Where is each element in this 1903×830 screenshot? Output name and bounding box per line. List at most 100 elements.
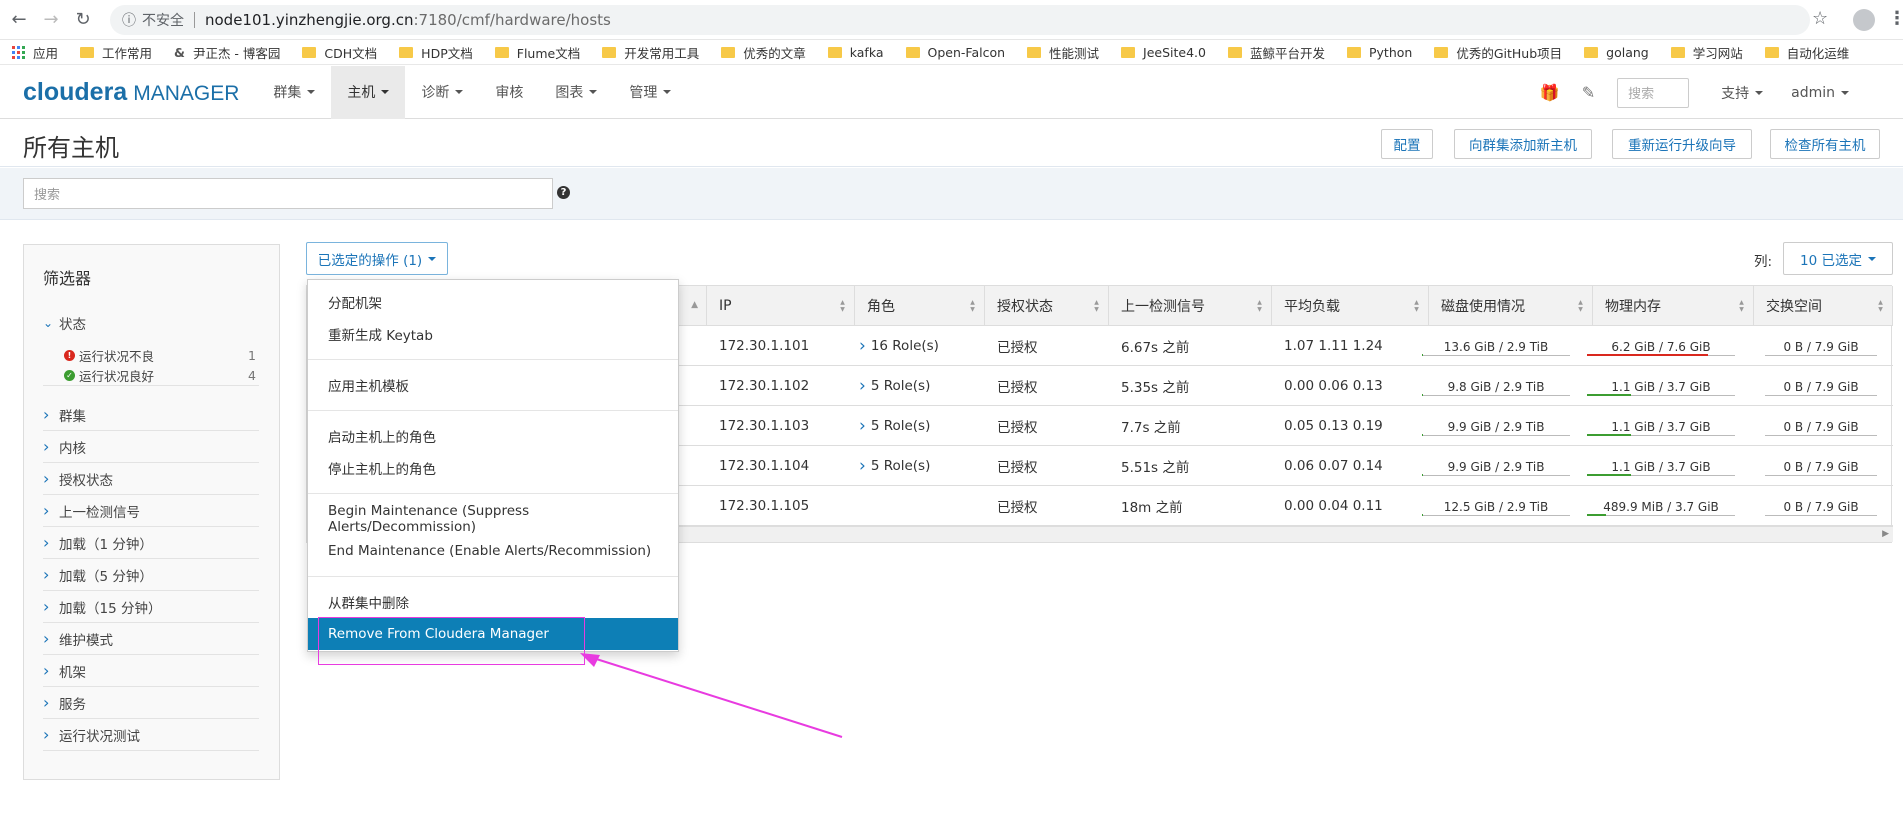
menu-item[interactable]: 应用主机模板	[308, 369, 678, 401]
header-cell[interactable]: 磁盘使用情况 ▲▼	[1429, 286, 1593, 326]
header-cell[interactable]: 上一检测信号 ▲▼	[1109, 286, 1272, 326]
roles-cell[interactable]: › 16 Role(s)	[855, 326, 985, 366]
nav-item-4[interactable]: 图表	[539, 66, 613, 119]
auth-status: 已授权	[997, 340, 1038, 356]
pen-icon[interactable]: ✎	[1582, 83, 1595, 102]
roles-cell[interactable]: › 5 Role(s)	[855, 406, 985, 446]
disk-usage-bar-fill	[1422, 514, 1423, 516]
bookmark-item[interactable]: 优秀的文章	[721, 43, 806, 62]
support-menu[interactable]: 支持	[1707, 66, 1777, 119]
bookmark-item[interactable]: CDH文档	[302, 43, 377, 62]
filter-section-label: 服务	[59, 696, 86, 713]
bookmark-item[interactable]: Flume文档	[494, 43, 580, 62]
host-search-input[interactable]: 搜索	[23, 178, 553, 209]
folder-icon	[827, 47, 842, 58]
disk-usage-bar-fill	[1422, 434, 1423, 436]
filter-section-8[interactable]: › 机架	[43, 655, 259, 687]
filter-section-10[interactable]: › 运行状况测试	[43, 719, 259, 751]
filter-section-6[interactable]: › 加载（15 分钟）	[43, 591, 259, 623]
bookmark-item[interactable]: & 尹正杰 - 博客园	[174, 43, 280, 62]
bookmark-apps[interactable]: 应用	[12, 43, 58, 62]
header-cell[interactable]: 物理内存 ▲▼	[1593, 286, 1754, 326]
filter-section-3[interactable]: › 上一检测信号	[43, 495, 259, 527]
roles-cell[interactable]: › 5 Role(s)	[855, 366, 985, 406]
inspect-hosts-button[interactable]: 检查所有主机	[1770, 129, 1880, 159]
user-menu[interactable]: admin	[1777, 66, 1863, 119]
nav-item-5[interactable]: 管理	[613, 66, 687, 119]
header-cell[interactable]: 交换空间 ▲▼	[1754, 286, 1893, 326]
bookmark-item[interactable]: Open-Falcon	[905, 45, 1005, 60]
host-ip: 172.30.1.105	[719, 498, 810, 514]
actions-dropdown-menu: 分配机架 重新生成 Keytab 应用主机模板 启动主机上的角色 停止主机上的角色 Beg…	[307, 279, 679, 652]
menu-item[interactable]: 分配机架	[308, 286, 678, 318]
help-icon[interactable]: ?	[557, 186, 570, 199]
roles-label: 5 Role(s)	[870, 458, 931, 474]
menu-item[interactable]: 从群集中删除	[308, 586, 678, 618]
header-cell[interactable]: 角色 ▲▼	[855, 286, 985, 326]
add-hosts-button[interactable]: 向群集添加新主机	[1454, 129, 1592, 159]
header-cell[interactable]: 平均负载 ▲▼	[1272, 286, 1429, 326]
reload-icon[interactable]: ↻	[70, 7, 96, 33]
filter-status-toggle[interactable]: ⌄ 状态	[43, 307, 259, 339]
bookmark-item[interactable]: 蓝鲸平台开发	[1227, 43, 1325, 62]
annotation-highlight-box	[318, 617, 585, 665]
nav-item-1[interactable]: 主机	[331, 65, 406, 119]
scroll-right-icon[interactable]: ▶	[1882, 529, 1889, 539]
bookmark-item[interactable]: HDP文档	[399, 43, 473, 62]
menu-item[interactable]: 重新生成 Keytab	[308, 318, 678, 350]
config-button[interactable]: 配置	[1381, 129, 1433, 159]
bookmark-item[interactable]: golang	[1584, 45, 1649, 60]
upgrade-wizard-button[interactable]: 重新运行升级向导	[1612, 129, 1752, 159]
bookmark-item[interactable]: 自动化运维	[1764, 43, 1849, 62]
roles-cell[interactable]: › 5 Role(s)	[855, 446, 985, 486]
bookmark-item[interactable]: 开发常用工具	[602, 43, 699, 62]
bookmark-star-icon[interactable]: ☆	[1812, 8, 1828, 29]
forward-icon[interactable]: →	[38, 7, 64, 33]
filter-section-label: 群集	[59, 408, 86, 425]
filter-section-1[interactable]: › 内核	[43, 431, 259, 463]
sort-icon: ▲	[691, 300, 698, 310]
bookmark-item[interactable]: 性能测试	[1027, 43, 1099, 62]
nav-item-3[interactable]: 审核	[479, 66, 539, 119]
gift-icon[interactable]: 🎁	[1540, 83, 1560, 102]
filter-section-4[interactable]: › 加载（1 分钟）	[43, 527, 259, 559]
menu-item[interactable]: 停止主机上的角色	[308, 452, 678, 484]
bookmark-item[interactable]: kafka	[827, 45, 884, 60]
bookmarks-bar: 应用 工作常用 & 尹正杰 - 博客园 CDH文档 HDP文档 Flume文档 开发常用工具 优…	[0, 41, 1903, 65]
bookmark-item[interactable]: 工作常用	[80, 43, 152, 62]
profile-avatar[interactable]	[1853, 9, 1875, 31]
bookmark-item[interactable]: 学习网站	[1670, 43, 1743, 62]
folder-icon	[602, 47, 617, 58]
filter-section-5[interactable]: › 加载（5 分钟）	[43, 559, 259, 591]
nav-item-0[interactable]: 群集	[257, 66, 331, 119]
nav-search-input[interactable]: 搜索	[1617, 77, 1690, 108]
chevron-right-icon: ›	[43, 533, 50, 552]
chevron-down-icon	[589, 90, 598, 94]
bookmark-item[interactable]: Python	[1347, 45, 1412, 60]
folder-icon	[1347, 47, 1361, 58]
bookmark-item[interactable]: JeeSite4.0	[1121, 45, 1206, 60]
sort-icon: ▲▼	[1413, 299, 1420, 313]
menu-item[interactable]: 启动主机上的角色	[308, 420, 678, 452]
columns-select[interactable]: 10 已选定	[1783, 242, 1893, 275]
address-bar[interactable]: ⓘ 不安全 node101.yinzhengjie.org.cn:7180/cm…	[110, 5, 1810, 35]
header-cell[interactable]: IP ▲▼	[707, 286, 855, 326]
info-icon[interactable]: ⓘ	[122, 10, 136, 30]
browser-menu-icon[interactable]: ⋮	[1888, 8, 1903, 29]
filter-status-good[interactable]: ✓ 运行状况良好 4	[64, 366, 260, 385]
sort-icon: ▲▼	[969, 299, 976, 313]
bookmark-item[interactable]: 优秀的GitHub项目	[1434, 43, 1562, 62]
back-icon[interactable]: ←	[6, 7, 32, 33]
cloudera-logo[interactable]: cloudera MANAGER	[23, 78, 239, 107]
filter-status-bad[interactable]: ! 运行状况不良 1	[64, 346, 260, 365]
nav-item-2[interactable]: 诊断	[405, 66, 479, 119]
filter-section-7[interactable]: › 维护模式	[43, 623, 259, 655]
filter-section-0[interactable]: › 群集	[43, 399, 259, 431]
header-cell[interactable]: 授权状态 ▲▼	[985, 286, 1109, 326]
filter-section-9[interactable]: › 服务	[43, 687, 259, 719]
filter-title: 筛选器	[43, 269, 92, 288]
filter-section-2[interactable]: › 授权状态	[43, 463, 259, 495]
menu-item[interactable]: Begin Maintenance (Suppress Alerts/Decom…	[308, 503, 678, 535]
selected-actions-button[interactable]: 已选定的操作 (1)	[306, 242, 448, 275]
menu-item[interactable]: End Maintenance (Enable Alerts/Recommiss…	[308, 535, 678, 567]
